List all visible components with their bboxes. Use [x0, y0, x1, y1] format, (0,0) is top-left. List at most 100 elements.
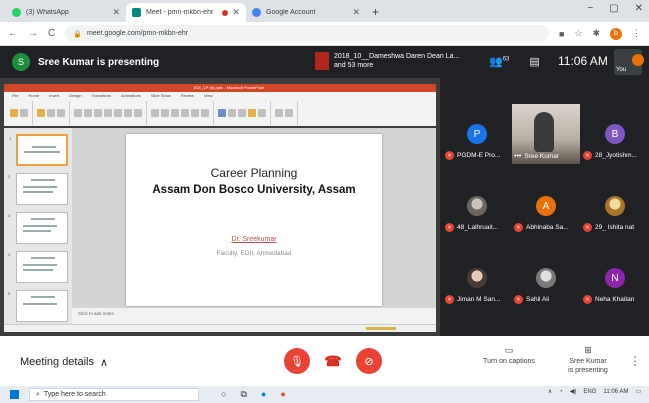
slide-thumbnail: 4	[8, 251, 68, 283]
tray-clock[interactable]: 11:06 AM	[603, 389, 628, 395]
participant-avatar: P	[467, 124, 487, 144]
self-view-tile[interactable]: You	[614, 49, 644, 75]
participant-avatar: N	[605, 268, 625, 288]
ppt-clipboard-group	[10, 101, 33, 125]
people-icon[interactable]: 👥63	[489, 55, 509, 68]
slide-title: Career Planning	[210, 166, 298, 180]
chevron-up-icon: ∧	[100, 357, 109, 369]
participant-tile[interactable]: ✕ Sahil Ali	[512, 248, 580, 308]
menu-icon[interactable]: ⋮	[632, 28, 641, 39]
participant-name: Sahil Ali	[526, 296, 550, 303]
mic-off-icon: ✕	[514, 295, 523, 304]
network-icon[interactable]: ◔	[559, 389, 563, 395]
back-button[interactable]: ←	[8, 28, 18, 39]
meet-control-bar: Meeting details ∧ 🎙 ☎ ⊘ ▭ Turn on captio…	[0, 336, 649, 386]
tab-whatsapp[interactable]: (3) WhatsApp ✕	[6, 3, 126, 22]
url-input[interactable]: 🔒 meet.google.com/pmn-mkbn-ehr	[65, 25, 549, 42]
restore-button[interactable]: ▢	[609, 3, 618, 14]
ppt-paragraph-group	[151, 101, 214, 125]
meeting-details-button[interactable]: Meeting details ∧	[20, 356, 108, 369]
ppt-tab: Review	[180, 93, 194, 98]
extensions-icon[interactable]: ✱	[592, 28, 600, 39]
participant-name: Abhinaba Sa...	[526, 224, 569, 231]
participant-name: 28_Jyotishm...	[595, 152, 637, 159]
powerpoint-ribbon: EDI_CP (6).pptx - Microsoft PowerPoint F…	[4, 84, 436, 126]
participant-tile[interactable]: ••• Sree Kumar	[512, 104, 580, 164]
ppt-ribbon-groups	[4, 99, 436, 127]
chrome-icon[interactable]: ●	[280, 389, 285, 400]
mic-off-icon: ✕	[445, 151, 454, 160]
camera-toggle-button[interactable]: ⊘	[356, 348, 382, 374]
mic-toggle-button[interactable]: 🎙	[284, 348, 310, 374]
search-placeholder: Type here to search	[43, 391, 106, 398]
captions-button[interactable]: ▭ Turn on captions	[478, 346, 540, 366]
ppt-slide-thumbnails: 1 2 3 4 5	[4, 128, 72, 324]
other-participants-summary[interactable]: 2018_10__Dameshwa Daren Dean La... and 5…	[315, 52, 459, 70]
close-tab-icon[interactable]: ✕	[232, 7, 240, 18]
participants-grid: P ✕ PGDM-E Pro... ••• Sree Kumar B ✕ 28_Jyo…	[443, 104, 649, 310]
volume-icon[interactable]: ◀)	[570, 388, 577, 395]
tray-chevron-icon[interactable]: ∧	[548, 388, 552, 395]
leave-call-button[interactable]: ☎	[320, 348, 346, 374]
camera-off-icon: ⊘	[364, 355, 374, 368]
participant-tile[interactable]: P ✕ PGDM-E Pro...	[443, 104, 511, 164]
slide-thumbnail: 5	[8, 290, 68, 322]
ppt-slide-canvas: Career Planning Assam Don Bosco Universi…	[72, 128, 436, 324]
meet-icon	[132, 8, 141, 17]
ppt-window-title: EDI_CP (6).pptx - Microsoft PowerPoint	[194, 85, 265, 90]
participant-name: 48_Lalhruait...	[457, 224, 499, 231]
task-view-icon[interactable]: ⧉	[240, 389, 246, 400]
reload-button[interactable]: C	[48, 28, 55, 39]
self-label: You	[616, 67, 627, 73]
taskbar-apps: ○ ⧉ ● ●	[221, 389, 286, 400]
ppt-font-group	[74, 101, 147, 125]
edge-icon[interactable]: ●	[261, 389, 266, 400]
taskbar-search-input[interactable]: ⌕ Type here to search	[29, 388, 199, 401]
ppt-tab: File	[12, 93, 19, 98]
forward-button[interactable]: →	[28, 28, 38, 39]
participant-tile[interactable]: B ✕ 28_Jyotishm...	[581, 104, 649, 164]
slide-thumbnail: 2	[8, 173, 68, 205]
close-tab-icon[interactable]: ✕	[112, 7, 120, 18]
others-line2: and 53 more	[334, 62, 374, 69]
ppt-tab: View	[203, 93, 213, 98]
ppt-tab: Insert	[49, 93, 60, 98]
current-slide: Career Planning Assam Don Bosco Universi…	[126, 134, 382, 306]
presenting-button[interactable]: ⊞ Sree Kumar is presenting	[562, 346, 614, 375]
participant-tile[interactable]: N ✕ Neha Khaitan	[581, 248, 649, 308]
slide-author: Dr. Sreekumar	[231, 236, 277, 243]
participant-tile[interactable]: A ✕ Abhinaba Sa...	[512, 176, 580, 236]
chat-icon[interactable]: ▤	[529, 55, 539, 68]
slide-thumbnail: 1	[9, 134, 68, 166]
meeting-details-label: Meeting details	[20, 356, 94, 368]
new-tab-button[interactable]: +	[372, 5, 379, 19]
participant-photo	[467, 268, 487, 288]
tab-meet[interactable]: Meet - pmn-mkbn-ehr ✕	[126, 3, 246, 22]
mic-off-icon: ✕	[583, 151, 592, 160]
close-window-button[interactable]: ✕	[635, 3, 643, 14]
participant-photo	[605, 196, 625, 216]
camera-indicator-icon[interactable]: ■	[559, 29, 564, 39]
participant-tile[interactable]: ✕ Jiman M San...	[443, 248, 511, 308]
notifications-icon[interactable]: ▭	[635, 388, 641, 395]
shared-screen: EDI_CP (6).pptx - Microsoft PowerPoint F…	[0, 78, 440, 336]
ppt-status-bar	[4, 324, 436, 332]
ppt-ribbon-tabs: File Home Insert Design Transitions Anim…	[4, 92, 436, 99]
close-tab-icon[interactable]: ✕	[352, 7, 360, 18]
browser-tools: ■ ☆ ✱ b ⋮	[559, 27, 641, 40]
participants-count: 63	[502, 56, 510, 63]
ppt-editing-group	[275, 101, 298, 125]
ppt-tab: Animations	[121, 93, 141, 98]
slide-subtitle: Assam Don Bosco University, Assam	[152, 184, 356, 196]
bookmark-star-icon[interactable]: ☆	[574, 28, 582, 39]
profile-avatar[interactable]: b	[610, 27, 622, 40]
windows-start-icon[interactable]	[10, 390, 19, 399]
tray-language[interactable]: ENG	[583, 389, 596, 395]
minimize-button[interactable]: −	[587, 3, 593, 14]
participant-tile[interactable]: ✕ 48_Lalhruait...	[443, 176, 511, 236]
participant-tile[interactable]: ✕ 29_ Ishita nat	[581, 176, 649, 236]
cortana-icon[interactable]: ○	[221, 389, 226, 400]
more-options-button[interactable]: ⋮	[629, 354, 641, 368]
tab-google-account[interactable]: Google Account ✕	[246, 3, 366, 22]
participant-photo	[536, 268, 556, 288]
